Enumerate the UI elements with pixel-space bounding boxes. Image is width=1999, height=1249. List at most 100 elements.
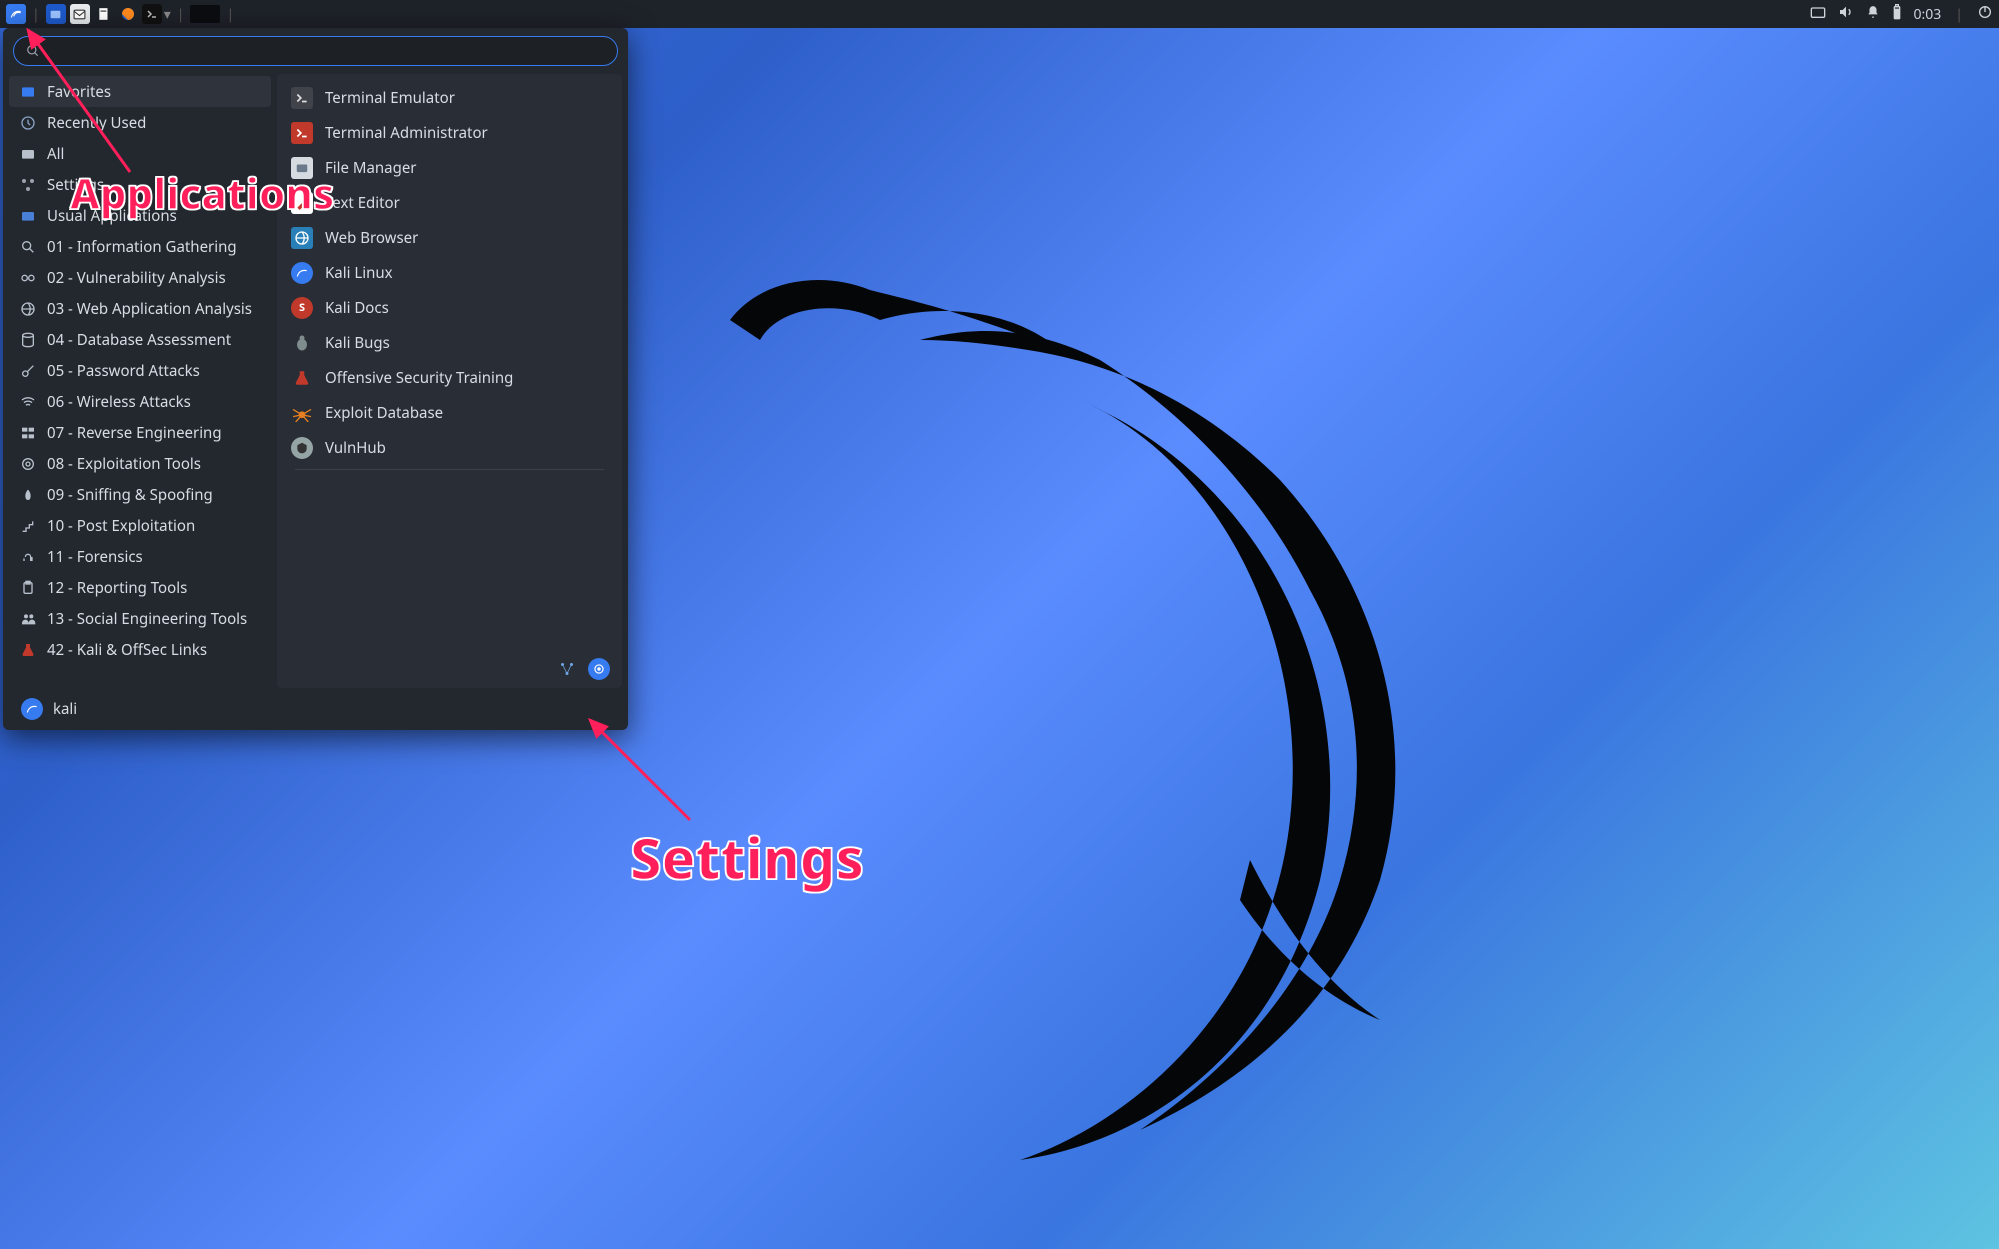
- text-editor-launcher[interactable]: [94, 4, 114, 24]
- category-08-exploitation-tools[interactable]: 08 - Exploitation Tools: [9, 448, 271, 479]
- category-label: 42 - Kali & OffSec Links: [47, 640, 207, 660]
- link-icon: [19, 269, 37, 287]
- category-label: 01 - Information Gathering: [47, 237, 237, 257]
- app-kali-linux[interactable]: Kali Linux: [281, 255, 618, 290]
- category-12-reporting-tools[interactable]: 12 - Reporting Tools: [9, 572, 271, 603]
- category-11-forensics[interactable]: 11 - Forensics: [9, 541, 271, 572]
- category-label: All: [47, 144, 64, 164]
- category-label: 06 - Wireless Attacks: [47, 392, 191, 412]
- category-label: 08 - Exploitation Tools: [47, 454, 201, 474]
- clipboard-icon: [19, 579, 37, 597]
- user-name: kali: [53, 699, 77, 719]
- app-text-editor[interactable]: Text Editor: [281, 185, 618, 220]
- spider-icon: [291, 402, 313, 424]
- app-label: Terminal Emulator: [325, 88, 455, 108]
- stairs-icon: [19, 517, 37, 535]
- file-manager-launcher[interactable]: [46, 4, 66, 24]
- app-label: Web Browser: [325, 228, 418, 248]
- app-label: Exploit Database: [325, 403, 443, 423]
- app-label: Kali Linux: [325, 263, 393, 283]
- top-panel: | ▾ | | 0:03 |: [0, 0, 1999, 28]
- kali-icon: [291, 262, 313, 284]
- app-label: Text Editor: [325, 193, 400, 213]
- search-icon: [26, 44, 40, 58]
- category-02-vulnerability-analysis[interactable]: 02 - Vulnerability Analysis: [9, 262, 271, 293]
- app-exploit-database[interactable]: Exploit Database: [281, 395, 618, 430]
- clock[interactable]: 0:03: [1914, 5, 1942, 24]
- task-item[interactable]: [190, 5, 220, 23]
- app-terminal-emulator[interactable]: Terminal Emulator: [281, 80, 618, 115]
- terminal-icon: [291, 87, 313, 109]
- category-label: Settings: [47, 175, 104, 195]
- category-10-post-exploitation[interactable]: 10 - Post Exploitation: [9, 510, 271, 541]
- category-06-wireless-attacks[interactable]: 06 - Wireless Attacks: [9, 386, 271, 417]
- app-label: Offensive Security Training: [325, 368, 513, 388]
- flask-icon: [19, 641, 37, 659]
- category-07-reverse-engineering[interactable]: 07 - Reverse Engineering: [9, 417, 271, 448]
- application-menu: Favorites Recently Used All Settings Usu…: [3, 28, 628, 730]
- app-vulnhub[interactable]: VulnHub: [281, 430, 618, 465]
- category-03-web-application-analysis[interactable]: 03 - Web Application Analysis: [9, 293, 271, 324]
- app-file-manager[interactable]: File Manager: [281, 150, 618, 185]
- category-label: 04 - Database Assessment: [47, 330, 231, 350]
- category-label: 11 - Forensics: [47, 547, 143, 567]
- bug-icon: [291, 332, 313, 354]
- category-label: Favorites: [47, 82, 111, 102]
- target-icon: [19, 455, 37, 473]
- applications-menu-button[interactable]: [6, 4, 26, 24]
- app-offensive-security-training[interactable]: Offensive Security Training: [281, 360, 618, 395]
- category-label: Recently Used: [47, 113, 146, 133]
- wifi-icon: [19, 393, 37, 411]
- kali-dragon-logo: [720, 280, 1820, 1180]
- power-icon[interactable]: [1977, 4, 1993, 25]
- category-04-database-assessment[interactable]: 04 - Database Assessment: [9, 324, 271, 355]
- battery-icon[interactable]: [1892, 4, 1902, 25]
- category-label: 10 - Post Exploitation: [47, 516, 195, 536]
- docs-icon: S: [291, 297, 313, 319]
- search-box[interactable]: [13, 36, 618, 66]
- settings-button[interactable]: [588, 658, 610, 680]
- app-label: Terminal Administrator: [325, 123, 488, 143]
- category-label: 03 - Web Application Analysis: [47, 299, 252, 319]
- volume-icon[interactable]: [1838, 4, 1854, 25]
- clock-icon: [19, 114, 37, 132]
- user-section[interactable]: kali: [13, 694, 618, 724]
- app-label: VulnHub: [325, 438, 386, 458]
- application-list: Terminal Emulator Terminal Administrator…: [277, 74, 622, 688]
- category-all[interactable]: All: [9, 138, 271, 169]
- search-input[interactable]: [48, 42, 605, 61]
- folder-icon: [19, 207, 37, 225]
- star-icon: [19, 83, 37, 101]
- app-kali-bugs[interactable]: Kali Bugs: [281, 325, 618, 360]
- mail-launcher[interactable]: [70, 4, 90, 24]
- category-label: 05 - Password Attacks: [47, 361, 200, 381]
- bricks-icon: [19, 424, 37, 442]
- flask-icon: [291, 367, 313, 389]
- terminal-launcher[interactable]: [142, 4, 162, 24]
- category-01-information-gathering[interactable]: 01 - Information Gathering: [9, 231, 271, 262]
- firefox-launcher[interactable]: [118, 4, 138, 24]
- category-09-sniffing-spoofing[interactable]: 09 - Sniffing & Spoofing: [9, 479, 271, 510]
- globe-icon: [19, 300, 37, 318]
- edit-applications-button[interactable]: [556, 658, 578, 680]
- people-icon: [19, 610, 37, 628]
- category-favorites[interactable]: Favorites: [9, 76, 271, 107]
- category-13-social-engineering[interactable]: 13 - Social Engineering Tools: [9, 603, 271, 634]
- category-settings[interactable]: Settings: [9, 169, 271, 200]
- category-usual-applications[interactable]: Usual Applications: [9, 200, 271, 231]
- divider: [295, 469, 604, 470]
- app-terminal-admin[interactable]: Terminal Administrator: [281, 115, 618, 150]
- app-label: Kali Docs: [325, 298, 389, 318]
- nodes-icon: [19, 176, 37, 194]
- category-recently-used[interactable]: Recently Used: [9, 107, 271, 138]
- workspace-switcher[interactable]: [1810, 5, 1826, 24]
- fingerprint-icon: [19, 548, 37, 566]
- category-label: 07 - Reverse Engineering: [47, 423, 222, 443]
- category-05-password-attacks[interactable]: 05 - Password Attacks: [9, 355, 271, 386]
- key-icon: [19, 362, 37, 380]
- database-icon: [19, 331, 37, 349]
- category-42-kali-offsec-links[interactable]: 42 - Kali & OffSec Links: [9, 634, 271, 665]
- app-web-browser[interactable]: Web Browser: [281, 220, 618, 255]
- app-kali-docs[interactable]: S Kali Docs: [281, 290, 618, 325]
- notification-icon[interactable]: [1866, 4, 1880, 25]
